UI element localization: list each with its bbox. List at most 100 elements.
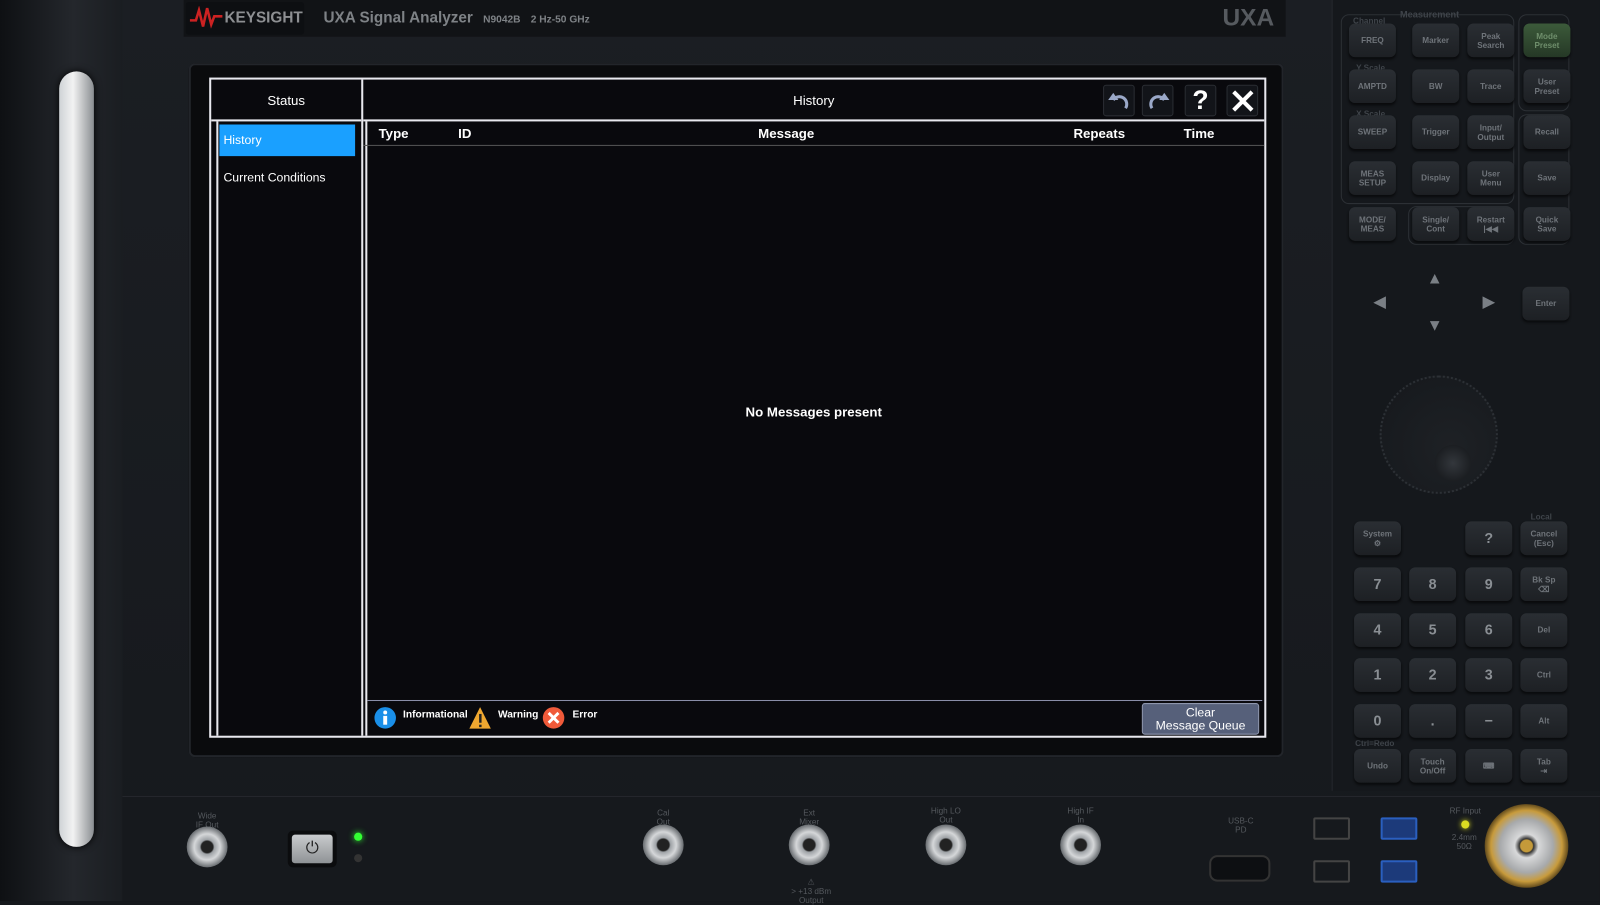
key-single-cont[interactable]: Single/ Cont (1412, 207, 1460, 241)
key-restart[interactable]: Restart |◀◀ (1467, 207, 1515, 241)
product-name: UXA Signal Analyzer (323, 9, 473, 27)
key-user-preset[interactable]: User Preset (1523, 69, 1571, 104)
key-sweep[interactable]: SWEEP (1348, 115, 1396, 149)
frequency-range: 2 Hz-50 GHz (530, 14, 590, 26)
close-icon (1231, 89, 1253, 112)
panel-title: History (793, 92, 835, 109)
legend-bar: Informational Warning Error Clear Messag… (367, 699, 1263, 736)
column-time[interactable]: Time (1184, 126, 1215, 141)
connector-high-if-in[interactable] (1060, 824, 1102, 866)
carry-handle (59, 71, 94, 847)
table-header: Type ID Message Repeats Time (363, 121, 1265, 146)
legend-error: Error (572, 709, 598, 721)
key-2[interactable]: 2 (1409, 658, 1457, 692)
connector-high-lo-out[interactable] (925, 824, 967, 866)
close-button[interactable] (1226, 84, 1259, 117)
key-recall[interactable]: Recall (1523, 115, 1571, 149)
usb-c-port[interactable] (1209, 855, 1271, 882)
key-enter[interactable]: Enter (1522, 286, 1570, 321)
connector-wide-if-out[interactable] (186, 826, 228, 868)
legend-informational: Informational (403, 709, 468, 721)
key-save[interactable]: Save (1523, 161, 1571, 195)
key-minus[interactable]: − (1465, 704, 1513, 738)
key-undo[interactable]: Undo (1354, 748, 1402, 783)
history-panel: History ? Type ID Message Repeats Time N… (363, 80, 1265, 736)
arrow-left-key[interactable]: ◀ (1364, 288, 1395, 319)
key-help[interactable]: ? (1465, 521, 1513, 556)
usb3-port[interactable] (1380, 817, 1418, 840)
key-7[interactable]: 7 (1354, 567, 1402, 602)
connector-label-rf-input: RF Input (1449, 806, 1481, 816)
legend-warning: Warning (497, 709, 539, 721)
series-badge: UXA (1222, 4, 1275, 32)
key-user-menu[interactable]: User Menu (1467, 161, 1515, 195)
key-system[interactable]: System ⚙ (1354, 521, 1402, 556)
key-bk-sp[interactable]: Bk Sp ⌫ (1520, 567, 1568, 602)
usb-port[interactable] (1313, 817, 1350, 840)
divider (216, 121, 219, 736)
key-input-output[interactable]: Input/ Output (1467, 115, 1515, 149)
rf-input-connector[interactable] (1484, 804, 1569, 888)
key-display[interactable]: Display (1412, 161, 1460, 195)
label-measurement: Measurement (1399, 9, 1460, 20)
undo-button[interactable] (1103, 84, 1135, 117)
standby-led (354, 854, 363, 863)
key-decimal[interactable]: . (1409, 704, 1457, 738)
help-icon: ? (1192, 84, 1209, 116)
key-mode-preset[interactable]: Mode Preset (1523, 23, 1571, 58)
power-button[interactable]: ⏻ (287, 830, 337, 868)
clear-message-queue-button[interactable]: Clear Message Queue (1141, 703, 1260, 735)
key-0[interactable]: 0 (1354, 704, 1402, 738)
model-number: N9042B (483, 14, 521, 26)
status-sidebar: Status History Current Conditions (211, 79, 364, 736)
key-8[interactable]: 8 (1409, 567, 1457, 602)
connector-cal-out[interactable] (642, 824, 684, 866)
key-del[interactable]: Del (1520, 613, 1568, 647)
key-keyboard[interactable]: ⌨ (1465, 748, 1513, 783)
sidebar-item-current-conditions[interactable]: Current Conditions (219, 162, 355, 194)
arrow-right-key[interactable]: ▶ (1473, 288, 1504, 319)
key-4[interactable]: 4 (1354, 613, 1402, 647)
key-freq[interactable]: FREQ (1348, 23, 1396, 58)
key-6[interactable]: 6 (1465, 613, 1513, 647)
connector-ext-mixer[interactable] (788, 824, 830, 866)
column-id[interactable]: ID (458, 126, 471, 141)
key-3[interactable]: 3 (1465, 658, 1513, 692)
key-touch-on-off[interactable]: Touch On/Off (1409, 748, 1457, 783)
column-message[interactable]: Message (758, 126, 814, 141)
knob-grip (1434, 444, 1472, 482)
usb-port[interactable] (1313, 860, 1350, 883)
key-alt[interactable]: Alt (1520, 704, 1568, 738)
key-amptd[interactable]: AMPTD (1348, 69, 1396, 104)
key-9[interactable]: 9 (1465, 567, 1513, 602)
key-5[interactable]: 5 (1409, 613, 1457, 647)
label-local: Local (1530, 512, 1552, 522)
key-meas-setup[interactable]: MEAS SETUP (1348, 161, 1396, 195)
sidebar-title: Status (211, 80, 362, 122)
divider (365, 121, 368, 736)
arrow-down-key[interactable]: ▼ (1419, 311, 1450, 342)
sidebar-item-history[interactable]: History (219, 124, 356, 157)
usb3-port[interactable] (1380, 860, 1418, 883)
column-type[interactable]: Type (379, 126, 409, 141)
rf-input-led (1461, 820, 1470, 829)
key-1[interactable]: 1 (1354, 658, 1402, 692)
connector-label-usb-c-pd: USB-C PD (1228, 816, 1254, 835)
key-tab[interactable]: Tab ⇥ (1520, 748, 1568, 783)
key-trace[interactable]: Trace (1467, 69, 1515, 104)
redo-button[interactable] (1141, 84, 1174, 117)
key-marker[interactable]: Marker (1412, 23, 1460, 58)
help-button[interactable]: ? (1184, 84, 1217, 117)
key-trigger[interactable]: Trigger (1412, 115, 1460, 149)
key-mode-meas[interactable]: MODE/ MEAS (1348, 207, 1396, 241)
key-ctrl[interactable]: Ctrl (1520, 658, 1568, 692)
power-led (354, 832, 363, 841)
rotary-knob[interactable] (1379, 375, 1498, 494)
column-repeats[interactable]: Repeats (1073, 126, 1125, 141)
key-bw[interactable]: BW (1412, 69, 1460, 104)
key-peak-search[interactable]: Peak Search (1467, 23, 1515, 58)
arrow-up-key[interactable]: ▲ (1419, 264, 1450, 295)
key-cancel-esc[interactable]: Cancel (Esc) (1520, 521, 1568, 556)
key-quick-save[interactable]: Quick Save (1523, 207, 1571, 241)
redo-icon (1148, 92, 1169, 109)
